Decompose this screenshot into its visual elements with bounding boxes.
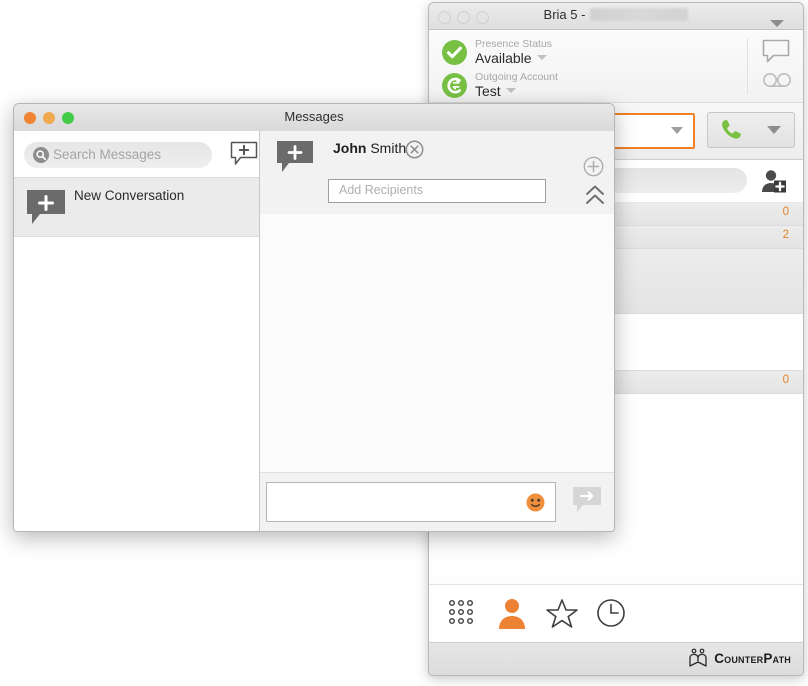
check-circle-icon — [442, 40, 467, 65]
tab-contacts[interactable] — [495, 597, 535, 631]
chevron-down-icon — [767, 126, 781, 134]
chevron-down-icon[interactable] — [671, 127, 683, 134]
list-item-label: New Conversation — [74, 188, 185, 203]
messages-search-row: Search Messages — [14, 131, 259, 177]
group-count: 2 — [782, 229, 789, 241]
conversation-pane: John Smith Add Recipients — [260, 131, 614, 531]
new-message-bubble-icon — [26, 188, 68, 226]
dialpad-icon — [448, 599, 474, 625]
account-swap-icon — [442, 73, 467, 98]
presence-status-value[interactable]: Available — [475, 50, 547, 66]
counterpath-logo-icon — [689, 648, 707, 667]
outgoing-account-label: Outgoing Account — [475, 71, 558, 83]
tab-dialpad[interactable] — [447, 597, 487, 631]
remove-circle-icon[interactable] — [405, 140, 424, 164]
bria-icon-rail — [747, 20, 803, 102]
chevron-down-icon — [505, 88, 516, 93]
counterpath-brand-text: CounterPath — [714, 650, 791, 666]
chevron-down-icon[interactable] — [768, 16, 786, 34]
call-button[interactable] — [707, 112, 755, 148]
outgoing-account-value[interactable]: Test — [475, 83, 516, 99]
messages-bubble-icon[interactable] — [761, 38, 791, 69]
add-recipients-placeholder: Add Recipients — [339, 183, 424, 197]
plus-circle-icon[interactable] — [583, 156, 604, 182]
presence-status-label: Presence Status — [475, 38, 553, 50]
rail-divider — [747, 38, 748, 94]
chevron-down-icon — [536, 55, 547, 60]
conversation-messages-area[interactable] — [260, 214, 614, 473]
tab-favorites[interactable] — [545, 597, 585, 631]
send-message-button[interactable] — [572, 486, 602, 519]
bria-status-strip: Presence Status Available Outgoing Accou… — [429, 20, 803, 103]
recipient-last-name: Smith — [370, 140, 407, 156]
conversation-header: John Smith Add Recipients — [260, 131, 614, 215]
bria-title-text: Bria 5 - — [543, 7, 586, 22]
add-contact-icon[interactable] — [759, 168, 789, 194]
search-icon — [33, 147, 49, 168]
messages-body: Search Messages New Conversation John Sm… — [14, 131, 614, 531]
bria-window-title: Bria 5 - — [429, 7, 803, 22]
new-message-bubble-icon — [276, 139, 316, 175]
call-options-button[interactable] — [754, 112, 795, 148]
person-icon — [499, 599, 525, 629]
new-message-icon[interactable] — [230, 141, 258, 167]
message-input[interactable] — [266, 482, 556, 522]
recipient-name: John Smith — [333, 140, 406, 156]
add-recipients-input[interactable]: Add Recipients — [328, 179, 546, 203]
search-input[interactable]: Search Messages — [24, 142, 212, 168]
voicemail-icon[interactable] — [762, 72, 792, 93]
chevron-double-up-icon[interactable] — [584, 183, 606, 212]
search-placeholder: Search Messages — [53, 147, 162, 162]
compose-row — [260, 472, 614, 531]
messages-window: Messages Search Messages New Conversatio… — [13, 103, 615, 532]
recipient-first-name: John — [333, 140, 367, 156]
star-icon — [546, 599, 578, 628]
list-item[interactable]: New Conversation — [14, 177, 259, 237]
messages-window-title: Messages — [284, 109, 344, 124]
group-count: 0 — [782, 206, 789, 218]
messages-sidebar: Search Messages New Conversation — [14, 131, 260, 531]
tab-history[interactable] — [595, 597, 635, 631]
bria-footer: CounterPath — [429, 642, 803, 675]
bria-tab-bar — [429, 584, 803, 643]
emoji-smiley-icon[interactable] — [526, 493, 545, 517]
messages-titlebar: Messages — [14, 104, 614, 132]
clock-icon — [597, 599, 625, 627]
group-count: 0 — [782, 374, 789, 386]
bria-titlebar: Bria 5 - — [429, 3, 803, 30]
counterpath-logo: CounterPath — [687, 648, 791, 668]
bria-title-redacted — [590, 8, 689, 21]
